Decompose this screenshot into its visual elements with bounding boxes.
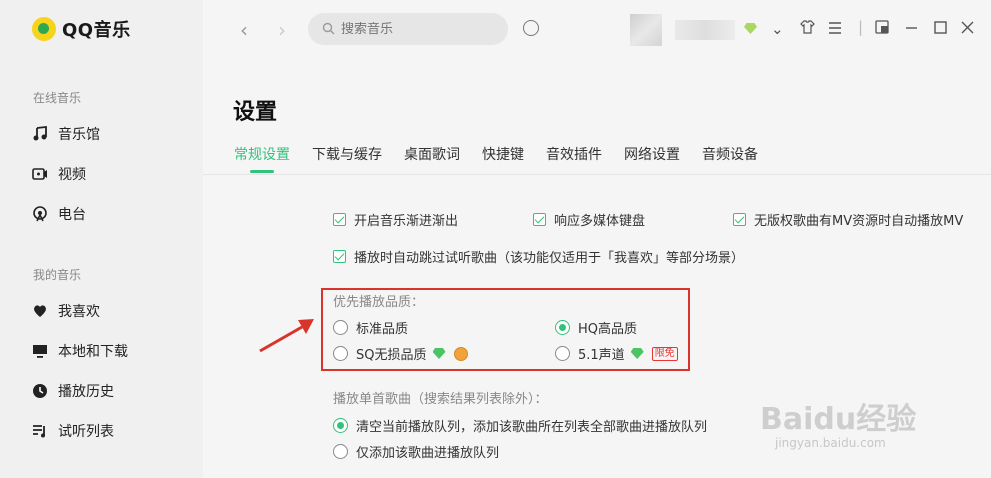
checkbox-checked[interactable]: [333, 213, 346, 226]
checkbox-checked[interactable]: [733, 213, 746, 226]
sidebar-item-label: 电台: [58, 207, 86, 223]
history-icon: [32, 383, 48, 399]
annotation-arrow-icon: [259, 319, 314, 353]
section-label-online: 在线音乐: [33, 91, 82, 105]
qq-music-logo-icon: [32, 17, 56, 41]
sidebar-item-label: 音乐馆: [58, 127, 100, 143]
radio-button-selected[interactable]: [333, 418, 348, 433]
sidebar-item-video[interactable]: 视频: [32, 164, 86, 184]
single-play-group-label: 播放单首歌曲（搜索结果列表除外）：: [333, 392, 548, 407]
username-blurred[interactable]: [675, 20, 735, 40]
radio-add-only[interactable]: 仅添加该歌曲进播放队列: [333, 442, 499, 461]
radio-label: 仅添加该歌曲进播放队列: [356, 446, 500, 461]
sidebar-item-music-hall[interactable]: 音乐馆: [32, 124, 100, 144]
vip-diamond-icon[interactable]: [744, 20, 757, 38]
tab-download-cache[interactable]: 下载与缓存: [312, 144, 382, 164]
checkbox-label: 响应多媒体键盘: [554, 214, 646, 229]
voice-search-icon[interactable]: [523, 20, 539, 36]
tab-audio-device[interactable]: 音频设备: [702, 144, 758, 164]
checkbox-auto-mv[interactable]: 无版权歌曲有MV资源时自动播放MV: [733, 210, 963, 229]
checkbox-label: 无版权歌曲有MV资源时自动播放MV: [754, 214, 964, 229]
toolbar-divider: |: [858, 18, 864, 36]
checkbox-media-keys[interactable]: 响应多媒体键盘: [533, 210, 645, 229]
forward-arrow-icon[interactable]: ›: [278, 18, 286, 42]
watermark-brand: Baidu经验: [760, 402, 917, 437]
settings-header: 设置 常规设置 下载与缓存 桌面歌词 快捷键 音效插件 网络设置 音频设备: [203, 66, 991, 174]
sidebar-item-label: 我喜欢: [58, 304, 100, 320]
sidebar-item-favorites[interactable]: 我喜欢: [32, 301, 100, 321]
search-input[interactable]: [341, 21, 491, 37]
skin-shirt-icon[interactable]: [800, 20, 815, 38]
annotation-highlight-box: [321, 288, 690, 371]
minimize-icon[interactable]: [905, 20, 918, 38]
video-icon: [32, 166, 48, 182]
radio-button[interactable]: [333, 444, 348, 459]
playlist-icon: [32, 423, 48, 439]
sidebar-item-label: 试听列表: [58, 424, 114, 440]
radio-label: 清空当前播放队列，添加该歌曲所在列表全部歌曲进播放队列: [356, 420, 708, 435]
checkbox-label: 播放时自动跳过试听歌曲（该功能仅适用于「我喜欢」等部分场景）: [354, 251, 745, 266]
heart-icon: [32, 303, 48, 319]
radio-replace-queue[interactable]: 清空当前播放队列，添加该歌曲所在列表全部歌曲进播放队列: [333, 416, 707, 435]
close-icon[interactable]: [961, 20, 974, 38]
tab-general[interactable]: 常规设置: [234, 144, 290, 164]
tab-desktop-lyrics[interactable]: 桌面歌词: [404, 144, 460, 164]
chevron-down-icon[interactable]: ⌄: [771, 20, 784, 38]
app-logo[interactable]: QQ音乐: [32, 16, 131, 42]
sidebar-item-local-downloads[interactable]: 本地和下载: [32, 341, 128, 361]
tab-sound-plugins[interactable]: 音效插件: [546, 144, 602, 164]
page-title: 设置: [233, 100, 278, 125]
logo-text: QQ音乐: [62, 20, 131, 41]
music-note-icon: [32, 126, 48, 142]
sidebar-item-label: 播放历史: [58, 384, 114, 400]
mini-mode-icon[interactable]: [875, 20, 889, 38]
tab-network[interactable]: 网络设置: [624, 144, 680, 164]
sidebar: QQ音乐 在线音乐 音乐馆 视频 电台 我的音乐 我喜欢 本地和下载 播放历史 …: [0, 0, 203, 478]
checkbox-checked[interactable]: [533, 213, 546, 226]
sidebar-item-trial-list[interactable]: 试听列表: [32, 421, 114, 441]
checkbox-skip-trial[interactable]: 播放时自动跳过试听歌曲（该功能仅适用于「我喜欢」等部分场景）: [333, 247, 744, 266]
checkbox-checked[interactable]: [333, 250, 346, 263]
radio-icon: [32, 206, 48, 222]
section-label-mine: 我的音乐: [33, 268, 82, 282]
sidebar-item-label: 视频: [58, 167, 86, 183]
maximize-icon[interactable]: [934, 20, 947, 38]
monitor-icon: [32, 343, 48, 359]
sidebar-item-radio[interactable]: 电台: [32, 204, 86, 224]
back-arrow-icon[interactable]: ‹: [240, 18, 248, 42]
search-icon: [322, 20, 335, 39]
top-bar: ‹ › ⌄ |: [203, 0, 991, 66]
avatar[interactable]: [630, 14, 662, 46]
sidebar-item-label: 本地和下载: [58, 344, 128, 360]
checkbox-label: 开启音乐渐进渐出: [354, 214, 459, 229]
tab-shortcuts[interactable]: 快捷键: [482, 144, 524, 164]
active-tab-indicator: [250, 170, 274, 173]
sidebar-item-history[interactable]: 播放历史: [32, 381, 114, 401]
menu-icon[interactable]: [828, 20, 842, 38]
search-box[interactable]: [308, 13, 508, 45]
watermark-url: jingyan.baidu.com: [775, 436, 886, 450]
checkbox-fade[interactable]: 开启音乐渐进渐出: [333, 210, 458, 229]
